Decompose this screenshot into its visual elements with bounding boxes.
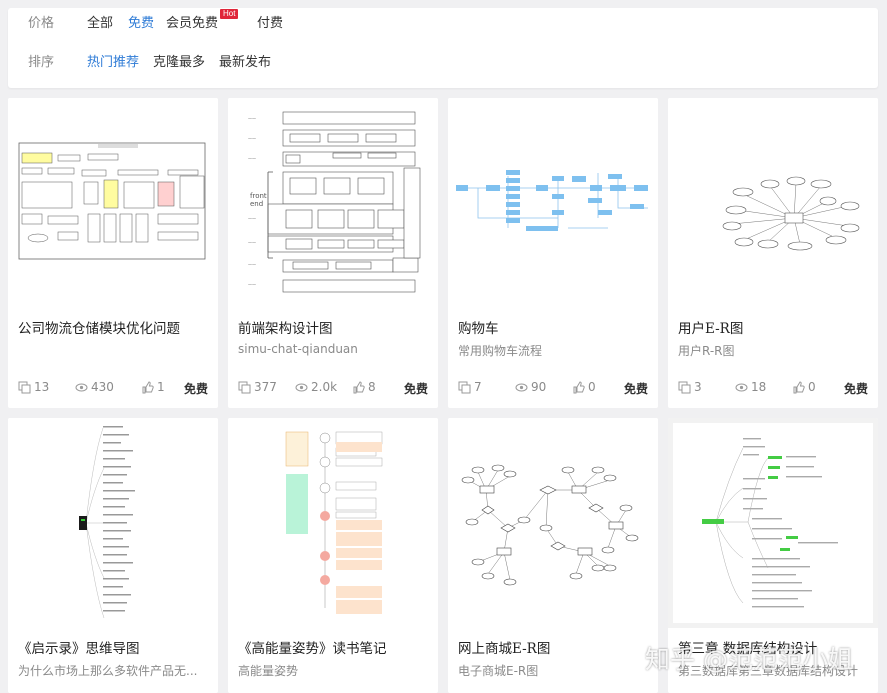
card-stats: 13 430 1 免费	[18, 380, 208, 396]
template-card[interactable]: 公司物流仓储模块优化问题 13 430 1 免费	[8, 98, 218, 408]
svg-text:front: front	[250, 192, 267, 200]
eye-icon	[295, 383, 308, 391]
filter-panel: 价格 全部 免费 会员免费 Hot 付费 排序 热门推荐 克隆最多 最新发布	[8, 8, 878, 88]
card-title[interactable]: 《高能量姿势》读书笔记	[238, 637, 430, 657]
price-option-free[interactable]: 免费	[128, 12, 154, 31]
card-title[interactable]: 公司物流仓储模块优化问题	[18, 317, 210, 337]
view-count: 2.0k	[295, 380, 337, 394]
svg-text:——: ——	[248, 116, 256, 121]
price-tag: 免费	[403, 382, 428, 396]
card-title[interactable]: 《启示录》思维导图	[18, 637, 210, 657]
like-count[interactable]: 0	[792, 380, 816, 394]
clone-count: 7	[458, 380, 482, 394]
card-subtitle: simu-chat-qianduan	[238, 342, 358, 356]
sort-option-hot[interactable]: 热门推荐	[87, 51, 139, 70]
template-card[interactable]: 用户E-R图 用户R-R图 3 18 0 免费	[668, 98, 878, 408]
architecture-thumbnail: —— —— —— front end —— —— —— ——	[228, 98, 438, 308]
clone-icon	[458, 381, 471, 393]
clone-count: 377	[238, 380, 277, 394]
clone-icon	[18, 381, 31, 393]
like-count[interactable]: 1	[141, 380, 165, 394]
svg-text:end: end	[250, 200, 263, 208]
card-title[interactable]: 前端架构设计图	[238, 317, 430, 337]
template-card[interactable]: 《高能量姿势》读书笔记 高能量姿势	[228, 418, 438, 693]
eye-icon	[75, 383, 88, 391]
price-tag: 免费	[623, 382, 648, 396]
hot-badge: Hot	[220, 9, 239, 19]
price-option-all[interactable]: 全部	[87, 12, 113, 31]
eye-icon	[515, 383, 528, 391]
thumbs-up-icon	[142, 380, 154, 393]
view-count: 430	[75, 380, 114, 394]
flowchart-thumbnail	[8, 98, 218, 308]
svg-text:——: ——	[248, 216, 256, 221]
notes-thumbnail	[228, 418, 438, 628]
view-count: 18	[735, 380, 766, 394]
card-title[interactable]: 购物车	[458, 317, 650, 337]
clone-count: 13	[18, 380, 49, 394]
er-diagram-thumbnail	[668, 98, 878, 308]
price-option-paid[interactable]: 付费	[257, 12, 283, 31]
thumbs-up-icon	[353, 380, 365, 393]
price-tag: 免费	[843, 382, 868, 396]
template-card[interactable]: 购物车 常用购物车流程 7 90 0 免费	[448, 98, 658, 408]
eye-icon	[735, 383, 748, 391]
price-tag: 免费	[183, 382, 208, 396]
clone-count: 3	[678, 380, 702, 394]
template-card[interactable]: 《启示录》思维导图 为什么市场上那么多软件产品无...	[8, 418, 218, 693]
svg-text:——: ——	[248, 136, 256, 141]
like-count[interactable]: 8	[352, 380, 376, 394]
price-filter-label: 价格	[28, 15, 55, 31]
thumbs-up-icon	[573, 380, 585, 393]
like-count[interactable]: 0	[572, 380, 596, 394]
thumbs-up-icon	[793, 380, 805, 393]
mindmap-thumbnail	[8, 418, 218, 628]
er-network-thumbnail	[448, 418, 658, 628]
card-title[interactable]: 网上商城E-R图	[458, 637, 650, 657]
clone-icon	[238, 381, 251, 393]
card-subtitle: 高能量姿势	[238, 664, 299, 678]
blue-flow-thumbnail	[448, 98, 658, 308]
card-title[interactable]: 用户E-R图	[678, 317, 870, 337]
view-count: 90	[515, 380, 546, 394]
sort-filter-label: 排序	[28, 54, 55, 70]
price-option-member-free[interactable]: 会员免费	[166, 12, 218, 31]
svg-text:——: ——	[248, 282, 256, 287]
card-stats: 7 90 0 免费	[458, 380, 648, 396]
card-subtitle: 电子商城E-R图	[458, 664, 539, 678]
sort-option-newest[interactable]: 最新发布	[219, 51, 271, 70]
card-subtitle: 用户R-R图	[678, 344, 735, 358]
card-subtitle: 为什么市场上那么多软件产品无...	[18, 664, 198, 678]
card-subtitle: 常用购物车流程	[458, 344, 543, 358]
card-stats: 3 18 0 免费	[678, 380, 868, 396]
clone-icon	[678, 381, 691, 393]
template-card[interactable]: —— —— —— front end —— —— —— —— 前端架构设计图 simu-chat…	[228, 98, 438, 408]
card-stats: 377 2.0k 8 免费	[238, 380, 428, 396]
mindmap-green-thumbnail	[668, 418, 878, 628]
svg-text:——: ——	[248, 262, 256, 267]
watermark: 知乎 @范范范小姐	[645, 645, 853, 674]
template-card[interactable]: 网上商城E-R图 电子商城E-R图	[448, 418, 658, 693]
sort-option-most-cloned[interactable]: 克隆最多	[153, 51, 205, 70]
svg-text:——: ——	[248, 156, 256, 161]
svg-text:——: ——	[248, 240, 256, 245]
